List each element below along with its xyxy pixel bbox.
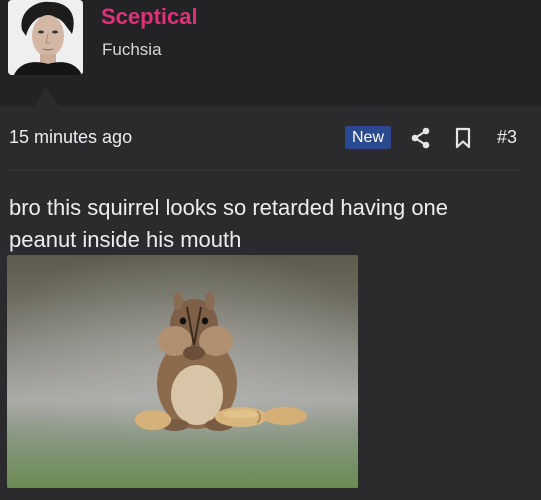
bookmark-icon[interactable] [454, 127, 472, 149]
avatar[interactable] [8, 0, 83, 75]
post-body: 15 minutes ago New #3 bro this squirrel … [0, 106, 541, 500]
post-message: bro this squirrel looks so retarded havi… [9, 195, 449, 252]
avatar-image [8, 0, 83, 75]
chipmunk-photo [7, 255, 358, 488]
username[interactable]: Sceptical [101, 4, 198, 30]
post-header: Sceptical Fuchsia [0, 0, 541, 106]
post-image[interactable] [7, 255, 358, 488]
post-pointer-arrow [34, 88, 58, 106]
post-meta-row: 15 minutes ago New #3 [0, 106, 541, 170]
post-number[interactable]: #3 [497, 127, 517, 148]
new-badge: New [345, 126, 392, 149]
user-title: Fuchsia [102, 40, 162, 59]
share-icon[interactable] [411, 127, 431, 149]
post-timestamp[interactable]: 15 minutes ago [9, 127, 132, 148]
divider [9, 170, 519, 171]
